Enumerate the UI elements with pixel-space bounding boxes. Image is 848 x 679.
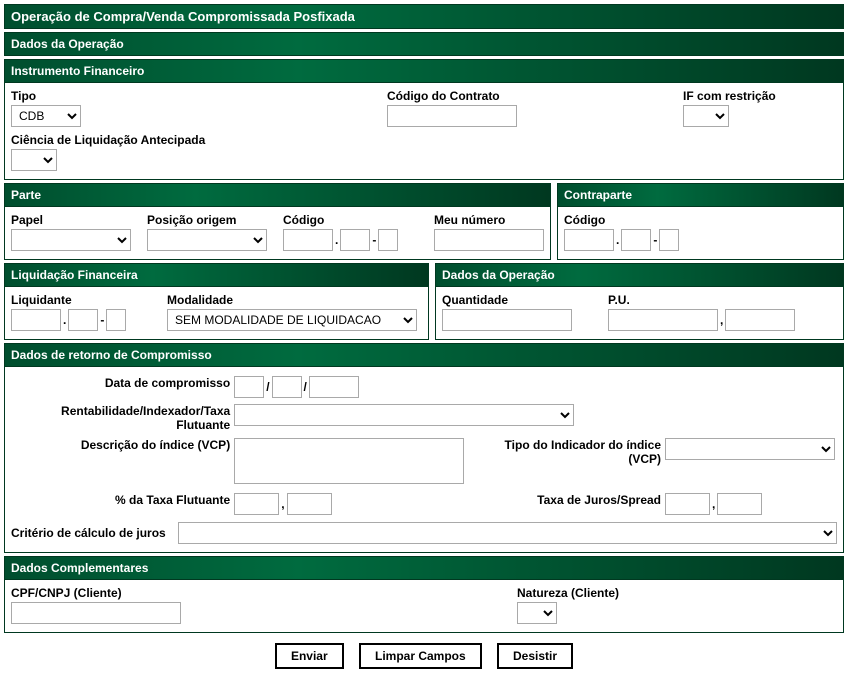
comma-sep: ,	[718, 313, 725, 327]
criterio-label: Critério de cálculo de juros	[11, 526, 172, 540]
natureza-label: Natureza (Cliente)	[517, 586, 837, 600]
comma-sep: ,	[710, 497, 717, 511]
section-instrumento: Instrumento Financeiro	[4, 59, 844, 83]
modalidade-label: Modalidade	[167, 293, 422, 307]
tipo-select[interactable]: CDB	[11, 105, 81, 127]
dot-sep: .	[333, 233, 340, 247]
section-dados-operacao-mid: Dados da Operação	[435, 263, 844, 287]
papel-select[interactable]	[11, 229, 131, 251]
data-y-input[interactable]	[309, 376, 359, 398]
codigo-contrato-input[interactable]	[387, 105, 517, 127]
rentab-select[interactable]	[234, 404, 574, 426]
criterio-select[interactable]	[178, 522, 837, 544]
section-liquidacao: Liquidação Financeira	[4, 263, 429, 287]
if-restricao-select[interactable]	[683, 105, 729, 127]
dot-sep: .	[614, 233, 621, 247]
tipo-indicador-select[interactable]	[665, 438, 835, 460]
cpf-label: CPF/CNPJ (Cliente)	[11, 586, 511, 600]
liquidante-b-input[interactable]	[68, 309, 98, 331]
parte-codigo-label: Código	[283, 213, 428, 227]
section-parte: Parte	[4, 183, 551, 207]
parte-codigo-b-input[interactable]	[340, 229, 370, 251]
data-d-input[interactable]	[234, 376, 264, 398]
liquidante-c-input[interactable]	[106, 309, 126, 331]
limpar-button[interactable]: Limpar Campos	[359, 643, 482, 669]
panel-complementares: CPF/CNPJ (Cliente) Natureza (Cliente)	[4, 580, 844, 633]
slash-sep: /	[264, 380, 271, 394]
natureza-select[interactable]	[517, 602, 557, 624]
dot-sep: .	[61, 313, 68, 327]
parte-codigo-a-input[interactable]	[283, 229, 333, 251]
dash-sep: -	[98, 313, 106, 327]
data-compromisso-label: Data de compromisso	[11, 373, 232, 401]
tipo-indicador-label: Tipo do Indicador do índice (VCP)	[472, 435, 663, 490]
ciencia-select[interactable]	[11, 149, 57, 171]
pct-taxa-int-input[interactable]	[234, 493, 279, 515]
papel-label: Papel	[11, 213, 141, 227]
contraparte-codigo-b-input[interactable]	[621, 229, 651, 251]
meu-numero-label: Meu número	[434, 213, 544, 227]
taxa-juros-int-input[interactable]	[665, 493, 710, 515]
page-title: Operação de Compra/Venda Compromissada P…	[4, 4, 844, 29]
enviar-button[interactable]: Enviar	[275, 643, 344, 669]
desc-indice-textarea[interactable]	[234, 438, 464, 484]
liquidante-label: Liquidante	[11, 293, 161, 307]
slash-sep: /	[302, 380, 309, 394]
dash-sep: -	[651, 233, 659, 247]
liquidante-a-input[interactable]	[11, 309, 61, 331]
desistir-button[interactable]: Desistir	[497, 643, 573, 669]
contraparte-codigo-a-input[interactable]	[564, 229, 614, 251]
button-row: Enviar Limpar Campos Desistir	[4, 633, 844, 675]
desc-indice-label: Descrição do índice (VCP)	[11, 435, 232, 490]
pu-int-input[interactable]	[608, 309, 718, 331]
pct-taxa-label: % da Taxa Flutuante	[11, 490, 232, 518]
ciencia-label: Ciência de Liquidação Antecipada	[11, 133, 837, 147]
quantidade-input[interactable]	[442, 309, 572, 331]
rentab-label: Rentabilidade/Indexador/Taxa Flutuante	[11, 401, 232, 435]
pu-dec-input[interactable]	[725, 309, 795, 331]
pu-label: P.U.	[608, 293, 837, 307]
meu-numero-input[interactable]	[434, 229, 544, 251]
panel-parte: Papel Posição origem Código . - Meu númer…	[4, 207, 551, 260]
taxa-juros-label: Taxa de Juros/Spread	[472, 490, 663, 518]
cpf-input[interactable]	[11, 602, 181, 624]
contraparte-codigo-label: Código	[564, 213, 837, 227]
dash-sep: -	[370, 233, 378, 247]
section-complementares: Dados Complementares	[4, 556, 844, 580]
panel-retorno: Data de compromisso / / Rentabilidade/Ind…	[4, 367, 844, 553]
contraparte-codigo-c-input[interactable]	[659, 229, 679, 251]
codigo-contrato-label: Código do Contrato	[387, 89, 677, 103]
section-contraparte: Contraparte	[557, 183, 844, 207]
modalidade-select[interactable]: SEM MODALIDADE DE LIQUIDACAO	[167, 309, 417, 331]
section-dados-operacao-top: Dados da Operação	[4, 32, 844, 56]
data-m-input[interactable]	[272, 376, 302, 398]
taxa-juros-dec-input[interactable]	[717, 493, 762, 515]
comma-sep: ,	[279, 497, 286, 511]
section-retorno: Dados de retorno de Compromisso	[4, 343, 844, 367]
panel-contraparte: Código . -	[557, 207, 844, 260]
posicao-label: Posição origem	[147, 213, 277, 227]
panel-liquidacao: Liquidante . - Modalidade SEM MODALIDADE …	[4, 287, 429, 340]
tipo-label: Tipo	[11, 89, 381, 103]
parte-codigo-c-input[interactable]	[378, 229, 398, 251]
panel-instrumento: Tipo CDB Código do Contrato IF com restr…	[4, 83, 844, 180]
if-restricao-label: IF com restrição	[683, 89, 837, 103]
pct-taxa-dec-input[interactable]	[287, 493, 332, 515]
panel-dados-operacao-mid: Quantidade P.U. ,	[435, 287, 844, 340]
posicao-select[interactable]	[147, 229, 267, 251]
quantidade-label: Quantidade	[442, 293, 602, 307]
